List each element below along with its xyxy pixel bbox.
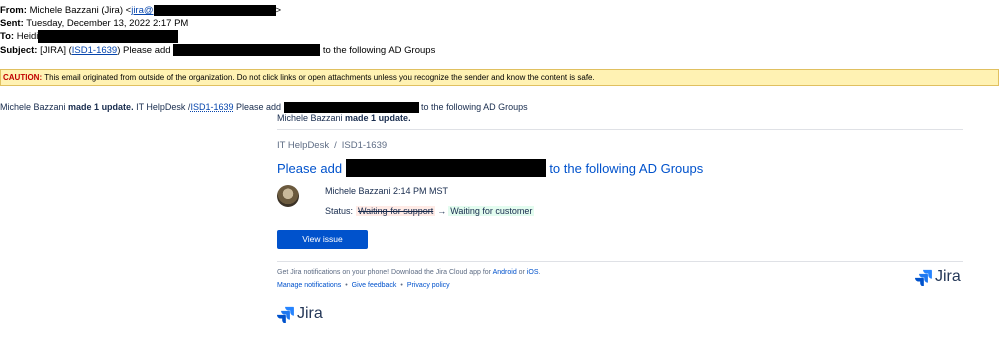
update-text-end: to the following AD Groups — [421, 102, 528, 112]
subject-line: Subject: [JIRA] (ISD1-1639) Please add t… — [0, 44, 435, 57]
privacy-policy-link[interactable]: Privacy policy — [407, 282, 450, 289]
status-old: Waiting for support — [356, 206, 436, 216]
breadcrumb-issue[interactable]: ISD1-1639 — [342, 140, 387, 151]
view-issue-button[interactable]: View issue — [277, 230, 368, 249]
redacted-block — [345, 159, 546, 177]
redacted-block — [38, 30, 179, 43]
footer-links: Manage notifications • Give feedback • Priva… — [277, 282, 450, 289]
from-end: > — [275, 5, 282, 16]
jira-icon — [915, 269, 932, 286]
status-change: Status: Waiting for support → Waiting for c… — [325, 206, 535, 216]
jira-wordmark: Jira — [935, 268, 961, 285]
subject-label: Subject: — [0, 45, 38, 56]
breadcrumb-separator: / — [334, 140, 337, 151]
card-made-action: made 1 update. — [345, 113, 411, 123]
avatar — [277, 185, 299, 207]
bullet-separator: • — [345, 282, 348, 289]
caution-label: CAUTION: — [3, 73, 43, 82]
give-feedback-link[interactable]: Give feedback — [352, 282, 397, 289]
update-project: IT HelpDesk / — [133, 102, 191, 112]
breadcrumb-project[interactable]: IT HelpDesk — [277, 140, 329, 151]
update-text-start: Please add — [233, 102, 282, 112]
sent-line: Sent: Tuesday, December 13, 2022 2:17 PM — [0, 17, 188, 30]
footer-notice: Get Jira notifications on your phone! Do… — [277, 269, 540, 276]
from-label: From: — [0, 5, 27, 16]
subject-end: to the following AD Groups — [322, 45, 436, 56]
status-new: Waiting for customer — [448, 206, 535, 216]
ios-link[interactable]: iOS — [527, 269, 539, 276]
jira-icon — [277, 306, 294, 323]
to-label: To: — [0, 31, 15, 43]
card-made-name: Michele Bazzani — [277, 113, 346, 123]
breadcrumb: IT HelpDesk / ISD1-1639 — [277, 140, 387, 151]
redacted-block — [153, 4, 276, 16]
caution-text: This email originated from outside of th… — [42, 73, 595, 82]
jira-logo-bottom: Jira — [277, 305, 323, 323]
footer-text: Get Jira notifications on your phone! Do… — [277, 269, 493, 276]
arrow-right-icon: → — [437, 206, 447, 216]
bullet-separator: • — [400, 282, 403, 289]
issue-title-end: to the following AD Groups — [549, 161, 704, 176]
to-line: To: Heidi — [0, 30, 179, 43]
status-label: Status: — [325, 206, 354, 216]
author-time: Michele Bazzani 2:14 PM MST — [325, 186, 449, 196]
redacted-block — [173, 44, 321, 57]
footer-period: . — [538, 269, 541, 276]
issue-title[interactable]: Please add to the following AD Groups — [277, 159, 703, 177]
android-link[interactable]: Android — [493, 269, 517, 276]
to-value: Heidi — [16, 31, 39, 43]
card-made-update: Michele Bazzani made 1 update. — [277, 112, 963, 125]
caution-banner: CAUTION: This email originated from outs… — [0, 69, 999, 86]
update-name: Michele Bazzani — [0, 102, 69, 112]
divider — [277, 129, 963, 130]
update-issue-link[interactable]: ISD1-1639 — [190, 102, 233, 112]
from-line: From: Michele Bazzani (Jira) <jira@ > — [0, 4, 281, 17]
update-action: made 1 update. — [68, 102, 134, 112]
jira-logo: Jira — [915, 268, 961, 286]
divider — [277, 261, 963, 262]
subject-issue-link[interactable]: ISD1-1639 — [72, 45, 117, 56]
issue-title-start: Please add — [277, 161, 343, 176]
subject-prefix: [JIRA] ( — [40, 45, 72, 56]
from-name: Michele Bazzani (Jira) < — [29, 5, 132, 16]
from-email-link[interactable]: jira@ — [131, 5, 153, 16]
subject-mid: ) Please add — [117, 45, 171, 56]
jira-notification-card: Michele Bazzani made 1 update. IT HelpDe… — [277, 112, 963, 289]
manage-notifications-link[interactable]: Manage notifications — [277, 282, 341, 289]
sent-value: Tuesday, December 13, 2022 2:17 PM — [26, 18, 189, 29]
jira-wordmark: Jira — [297, 305, 323, 322]
sent-label: Sent: — [0, 18, 24, 29]
footer-or: or — [516, 269, 527, 276]
